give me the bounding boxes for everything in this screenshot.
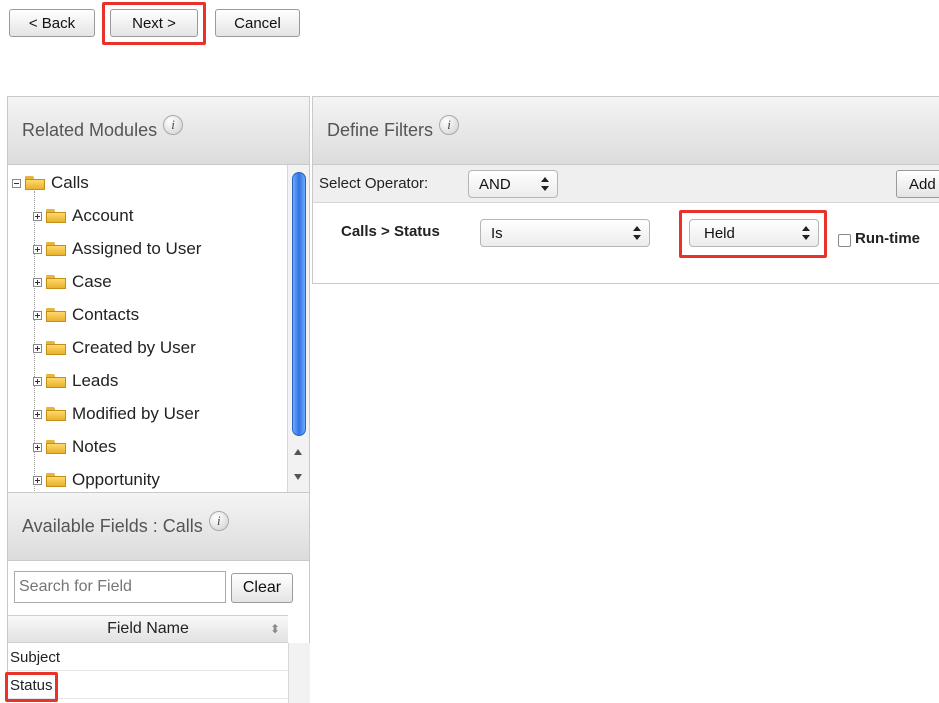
expand-icon[interactable] (33, 277, 42, 287)
related-modules-header: Related Modules i (8, 97, 309, 165)
tree-item-label: Account (72, 206, 134, 225)
held-value-highlight (679, 210, 827, 258)
expand-icon[interactable] (33, 442, 42, 452)
filter-condition-select[interactable]: Is (480, 219, 650, 247)
tree-item-opportunity[interactable]: Opportunity (33, 465, 160, 495)
tree-root-label: Calls (51, 173, 89, 192)
available-fields-panel: Available Fields : Calls i Clear Field N… (7, 492, 310, 703)
next-button-highlight (102, 2, 206, 45)
runtime-checkbox[interactable] (838, 234, 851, 247)
operator-value: AND (479, 175, 511, 193)
expand-icon[interactable] (33, 310, 42, 320)
expand-icon[interactable] (33, 244, 42, 254)
available-fields-header: Available Fields : Calls i (8, 493, 309, 561)
folder-icon (46, 473, 66, 487)
folder-icon (46, 209, 66, 223)
tree-scrollbar[interactable] (287, 165, 309, 492)
tree-item-case[interactable]: Case (33, 267, 112, 297)
tree-item-contacts[interactable]: Contacts (33, 300, 139, 330)
collapse-icon[interactable] (12, 178, 21, 188)
clear-search-button[interactable]: Clear (231, 573, 293, 603)
tree-item-created-by-user[interactable]: Created by User (33, 333, 196, 363)
tree-item-label: Contacts (72, 305, 140, 324)
available-fields-title: Available Fields : Calls (22, 516, 203, 536)
define-filters-panel: Define Filters i Select Operator: AND Ad… (312, 96, 939, 284)
tree-root-calls[interactable]: Calls (12, 168, 89, 198)
tree-item-label: Leads (72, 371, 119, 390)
tree-item-modified-by-user[interactable]: Modified by User (33, 399, 200, 429)
scroll-down-arrow-icon[interactable] (294, 474, 302, 480)
field-row-label: Subject (10, 649, 61, 666)
tree-item-label: Notes (72, 437, 117, 456)
field-row-subject[interactable]: Subject (8, 645, 288, 671)
operator-label: Select Operator: (319, 175, 429, 192)
sort-icon[interactable]: ⬍ (270, 622, 280, 636)
add-filter-button[interactable]: Add (896, 170, 939, 198)
folder-icon (46, 308, 66, 322)
scroll-up-arrow-icon[interactable] (294, 449, 302, 455)
back-button[interactable]: < Back (9, 9, 95, 37)
folder-icon (46, 374, 66, 388)
runtime-label: Run-time (855, 230, 920, 247)
expand-icon[interactable] (33, 343, 42, 353)
expand-icon[interactable] (33, 211, 42, 221)
filter-field-label: Calls > Status (341, 223, 440, 240)
field-search-input[interactable] (14, 571, 226, 603)
open-folder-icon (25, 176, 45, 190)
tree-item-assigned-to-user[interactable]: Assigned to User (33, 234, 201, 264)
operator-bar: Select Operator: AND Add (313, 165, 939, 203)
filter-condition-value: Is (491, 224, 503, 242)
expand-icon[interactable] (33, 409, 42, 419)
select-arrows-icon (541, 175, 549, 193)
define-filters-title: Define Filters (327, 120, 434, 140)
select-arrows-icon (633, 224, 641, 242)
tree-item-leads[interactable]: Leads (33, 366, 118, 396)
tree-item-label: Modified by User (72, 404, 200, 423)
tree-item-label: Case (72, 272, 112, 291)
info-icon[interactable]: i (163, 114, 184, 135)
tree-item-notes[interactable]: Notes (33, 432, 116, 462)
tree-item-label: Opportunity (72, 470, 160, 489)
expand-icon[interactable] (33, 376, 42, 386)
folder-icon (46, 407, 66, 421)
scroll-thumb[interactable] (292, 172, 306, 436)
folder-icon (46, 275, 66, 289)
tree-item-label: Created by User (72, 338, 196, 357)
folder-icon (46, 341, 66, 355)
cancel-button[interactable]: Cancel (215, 9, 300, 37)
expand-icon[interactable] (33, 475, 42, 485)
tree-item-label: Assigned to User (72, 239, 202, 258)
tree-item-account[interactable]: Account (33, 201, 133, 231)
related-modules-title: Related Modules (22, 120, 158, 140)
field-name-header-label: Field Name (107, 620, 189, 637)
folder-icon (46, 440, 66, 454)
info-icon[interactable]: i (208, 510, 229, 531)
operator-select[interactable]: AND (468, 170, 558, 198)
fields-scrollbar[interactable] (288, 643, 310, 703)
info-icon[interactable]: i (439, 114, 460, 135)
folder-icon (46, 242, 66, 256)
field-name-column-header[interactable]: Field Name ⬍ (8, 615, 288, 643)
related-modules-panel: Related Modules i Calls Account Assigned… (7, 96, 310, 493)
define-filters-header: Define Filters i (313, 97, 939, 165)
